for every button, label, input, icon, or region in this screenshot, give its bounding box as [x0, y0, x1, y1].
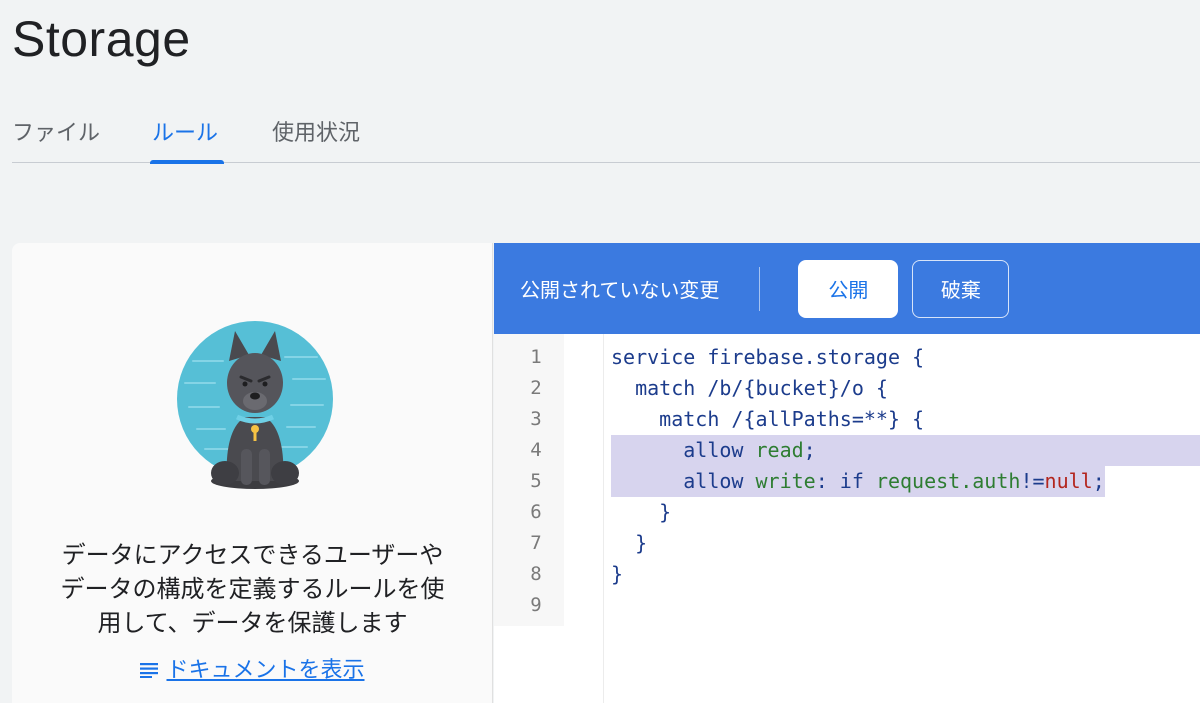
- code-line[interactable]: match /{allPaths=**} {: [611, 404, 1200, 435]
- code-lines[interactable]: service firebase.storage { match /b/{buc…: [611, 334, 1200, 621]
- code-line[interactable]: [611, 590, 1200, 621]
- code-line[interactable]: }: [611, 528, 1200, 559]
- unpublished-status: 公開されていない変更: [520, 278, 720, 302]
- line-number: 5: [530, 470, 542, 492]
- line-number: 1: [530, 346, 542, 368]
- code-editor[interactable]: 1 2 3 4 5 6 7 8 9 service firebase.stora…: [494, 334, 1200, 703]
- line-number: 2: [530, 377, 542, 399]
- line-number: 8: [530, 563, 542, 585]
- list-icon: [140, 659, 159, 684]
- code-line[interactable]: match /b/{bucket}/o {: [611, 373, 1200, 404]
- line-number: 7: [530, 532, 542, 554]
- description-line: データの構成を定義するルールを使: [60, 575, 445, 603]
- publish-button[interactable]: 公開: [798, 259, 899, 318]
- code-line-selected[interactable]: allow read;: [611, 435, 1200, 466]
- code-line[interactable]: }: [611, 497, 1200, 528]
- toolbar-divider: [759, 266, 761, 311]
- description-line: 用して、データを保護します: [97, 609, 408, 637]
- tab-usage[interactable]: 使用状況: [272, 105, 360, 163]
- gutter-divider: [603, 334, 604, 703]
- unpublished-toolbar: 公開されていない変更 公開 破棄: [494, 243, 1200, 334]
- page-title: Storage: [12, 11, 191, 67]
- line-number: 6: [530, 501, 542, 523]
- line-number: 3: [530, 408, 542, 430]
- tab-rules[interactable]: ルール: [150, 105, 225, 164]
- line-number: 9: [530, 594, 542, 616]
- view-docs-label: ドキュメントを表示: [166, 658, 365, 683]
- code-line-selected-text[interactable]: allow write: if request.auth!=null;: [611, 466, 1105, 497]
- description-line: データにアクセスできるユーザーや: [61, 541, 444, 569]
- discard-button[interactable]: 破棄: [912, 259, 1010, 318]
- rules-editor-panel: 公開されていない変更 公開 破棄 1 2 3 4 5 6 7 8 9 servi…: [494, 243, 1200, 703]
- line-number-gutter: 1 2 3 4 5 6 7 8 9: [494, 334, 564, 626]
- code-line[interactable]: }: [611, 559, 1200, 590]
- line-number: 4: [530, 439, 542, 461]
- tab-bar: ファイル ルール 使用状況: [12, 105, 1200, 164]
- dog-guard-illustration: [175, 321, 335, 491]
- tab-files[interactable]: ファイル: [12, 105, 100, 163]
- intro-card: データにアクセスできるユーザーや データの構成を定義するルールを使 用して、デー…: [12, 243, 493, 703]
- rules-description: データにアクセスできるユーザーや データの構成を定義するルールを使 用して、デー…: [12, 538, 493, 640]
- view-docs-link[interactable]: ドキュメントを表示: [12, 652, 493, 684]
- code-line[interactable]: service firebase.storage {: [611, 342, 1200, 373]
- code-line-selected-partial[interactable]: allow write: if request.auth!=null;: [611, 466, 1200, 497]
